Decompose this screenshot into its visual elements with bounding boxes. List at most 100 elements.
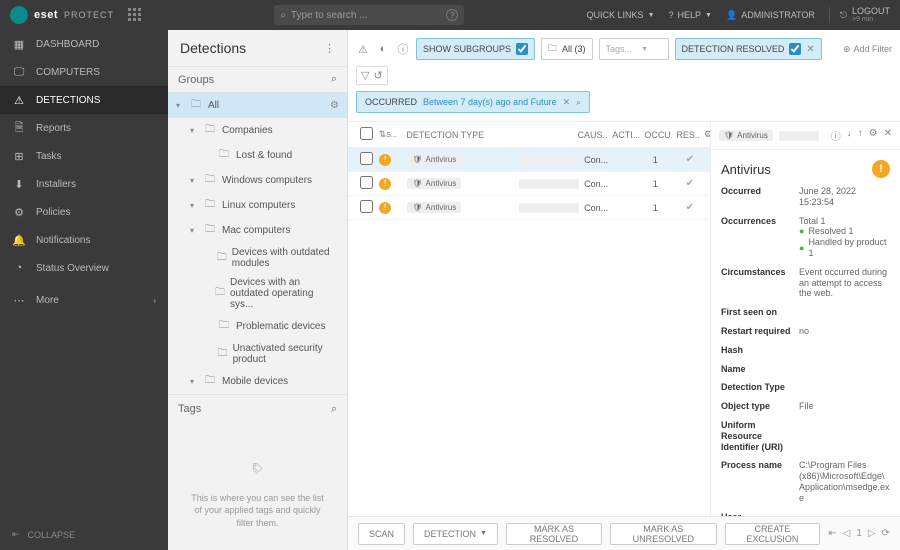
tree-node[interactable]: ▾🗀Companies	[168, 118, 347, 143]
download-icon[interactable]: ↓	[847, 128, 852, 143]
warning-badge-icon: !	[872, 160, 890, 178]
column-detection-type[interactable]: DETECTION TYPE	[402, 130, 510, 140]
tree-node[interactable]: 🗀Unactivated security product	[168, 339, 347, 369]
detail-field: First seen on	[711, 303, 900, 322]
settings-icon[interactable]: ⚙	[869, 128, 878, 143]
nav-item-installers[interactable]: ⬇Installers	[0, 170, 168, 198]
occurred-search-icon[interactable]: ⌕	[576, 97, 581, 108]
row-checkbox[interactable]	[360, 176, 373, 189]
filter-presets[interactable]: ▽↺	[356, 66, 388, 85]
column-action[interactable]: ACTI...	[608, 130, 640, 140]
detection-resolved-checkbox[interactable]	[789, 43, 801, 55]
tree-node[interactable]: 🗀Devices with an outdated operating sys.…	[168, 273, 347, 314]
page-prev-icon[interactable]: ◁	[843, 528, 851, 539]
detail-field: OccurredJune 28, 2022 15:23:54	[711, 182, 900, 212]
group-filter-chip[interactable]: 🗀 All (3)	[541, 38, 593, 60]
column-resolved[interactable]: RES...	[672, 130, 700, 140]
logout-button[interactable]: ⎋ LOGOUT>9 min	[829, 7, 890, 23]
funnel-icon: ▽	[361, 69, 369, 82]
tree-node[interactable]: ▾🗀Mobile devices	[168, 369, 347, 394]
warning-filter-icon[interactable]: ⚠	[356, 42, 370, 56]
tree-node[interactable]: ▾🗀Linux computers	[168, 193, 347, 218]
collapse-icon: ⇤	[12, 529, 20, 540]
groups-section-label: Groups	[178, 74, 214, 86]
detail-field: User	[711, 508, 900, 516]
mark-resolved-button[interactable]: MARK AS RESOLVED	[506, 523, 602, 545]
filter-bar: ⚠ ◐ ⓘ SHOW SUBGROUPS 🗀 All (3) Tags...▼ …	[348, 30, 900, 122]
groups-panel: Detections ⋮ Groups ⌕ ▾🗀All⚙▾🗀Companies🗀…	[168, 30, 348, 550]
severity-icon: !	[379, 202, 391, 214]
remove-occurred-filter-icon[interactable]: ✕	[563, 97, 571, 108]
show-subgroups-checkbox[interactable]	[516, 43, 528, 55]
help-menu[interactable]: ?HELP▼	[669, 10, 712, 20]
groups-search-icon[interactable]: ⌕	[331, 73, 337, 86]
table-row[interactable]: !🛡AntivirusCon...1✔	[348, 196, 710, 220]
select-all-checkbox[interactable]	[360, 127, 373, 140]
info-icon[interactable]: ⓘ	[831, 128, 841, 143]
show-subgroups-chip[interactable]: SHOW SUBGROUPS	[416, 38, 535, 60]
row-checkbox[interactable]	[360, 200, 373, 213]
resolved-icon: ✔	[686, 202, 694, 213]
shield-icon: 🛡	[412, 179, 422, 188]
up-icon[interactable]: ↑	[858, 128, 863, 143]
nav-item-reports[interactable]: 🗎Reports	[0, 114, 168, 142]
tree-node[interactable]: 🗀Problematic devices	[168, 314, 347, 339]
column-cause[interactable]: CAUS...	[573, 130, 608, 140]
tree-node[interactable]: ▾🗀Windows computers	[168, 168, 347, 193]
detections-table: ⇅S... DETECTION TYPE CAUS... ACTI... OCC…	[348, 122, 710, 516]
nav-item-policies[interactable]: ⚙Policies	[0, 198, 168, 226]
table-row[interactable]: !🛡AntivirusCon...1✔	[348, 172, 710, 196]
remove-resolved-filter-icon[interactable]: ✕	[806, 44, 814, 55]
search-placeholder: Type to search ...	[291, 10, 368, 21]
column-severity[interactable]: ⇅S...	[375, 129, 403, 140]
nav-item-status-overview[interactable]: ◔Status Overview	[0, 254, 168, 282]
admin-menu[interactable]: 👤ADMINISTRATOR	[726, 10, 815, 21]
column-occurred[interactable]: OCCU...	[640, 130, 672, 140]
page-first-icon[interactable]: ⇤	[828, 528, 836, 539]
nav-item-notifications[interactable]: 🔔Notifications	[0, 226, 168, 254]
tree-node[interactable]: 🗀Devices with outdated modules	[168, 243, 347, 273]
pagination: ⇤ ◁ 1 ▷ ⟳	[828, 528, 890, 539]
nav-item-tasks[interactable]: ⊞Tasks	[0, 142, 168, 170]
info-filter-icon[interactable]: ⓘ	[396, 42, 410, 56]
nav-item-computers[interactable]: 🖵COMPUTERS	[0, 58, 168, 86]
nav-item-more[interactable]: ⋯More›	[0, 286, 168, 314]
detail-field: Object typeFile	[711, 397, 900, 416]
shield-icon: 🛡	[412, 155, 422, 164]
table-row[interactable]: !🛡AntivirusCon...1✔	[348, 148, 710, 172]
add-filter-button[interactable]: ⊕Add Filter	[843, 44, 892, 55]
panel-menu-icon[interactable]: ⋮	[324, 42, 335, 55]
tags-empty-state: This is where you can see the list of yo…	[168, 424, 347, 550]
scan-button[interactable]: SCAN	[358, 523, 405, 545]
occurred-filter-chip[interactable]: OCCURRED Between 7 day(s) ago and Future…	[356, 91, 590, 113]
tags-search-icon[interactable]: ⌕	[331, 403, 337, 416]
gear-icon[interactable]: ⚙	[330, 100, 339, 111]
page-refresh-icon[interactable]: ⟳	[882, 528, 890, 539]
tags-icon	[252, 445, 264, 482]
action-footer: SCAN DETECTION▼ MARK AS RESOLVED MARK AS…	[348, 516, 900, 550]
top-bar: eset PROTECT ⌕ Type to search ... ? QUIC…	[0, 0, 900, 30]
help-icon[interactable]: ?	[446, 9, 458, 21]
detail-field: Name	[711, 360, 900, 379]
row-checkbox[interactable]	[360, 152, 373, 165]
collapse-button[interactable]: ⇤COLLAPSE	[0, 519, 168, 550]
tags-filter-chip[interactable]: Tags...▼	[599, 38, 669, 60]
detail-field: Hash	[711, 341, 900, 360]
search-input[interactable]: ⌕ Type to search ... ?	[274, 5, 464, 25]
nav-item-dashboard[interactable]: ▦DASHBOARD	[0, 30, 168, 58]
quick-links-menu[interactable]: QUICK LINKS▼	[587, 10, 655, 20]
create-exclusion-button[interactable]: CREATE EXCLUSION	[725, 523, 821, 545]
page-next-icon[interactable]: ▷	[868, 528, 876, 539]
tree-node[interactable]: ▾🗀All⚙	[168, 93, 347, 118]
nav-item-detections[interactable]: ⚠DETECTIONS	[0, 86, 168, 114]
tree-node[interactable]: 🗀Lost & found	[168, 143, 347, 168]
folder-icon: 🗀	[219, 147, 231, 164]
detection-resolved-chip[interactable]: DETECTION RESOLVED ✕	[675, 38, 822, 60]
detection-menu-button[interactable]: DETECTION▼	[413, 523, 498, 545]
circle-filter-icon[interactable]: ◐	[376, 42, 390, 56]
mark-unresolved-button[interactable]: MARK AS UNRESOLVED	[610, 523, 717, 545]
apps-icon[interactable]	[128, 8, 142, 22]
reset-icon: ↺	[373, 69, 382, 82]
close-detail-icon[interactable]: ✕	[884, 128, 892, 143]
tree-node[interactable]: ▾🗀Mac computers	[168, 218, 347, 243]
